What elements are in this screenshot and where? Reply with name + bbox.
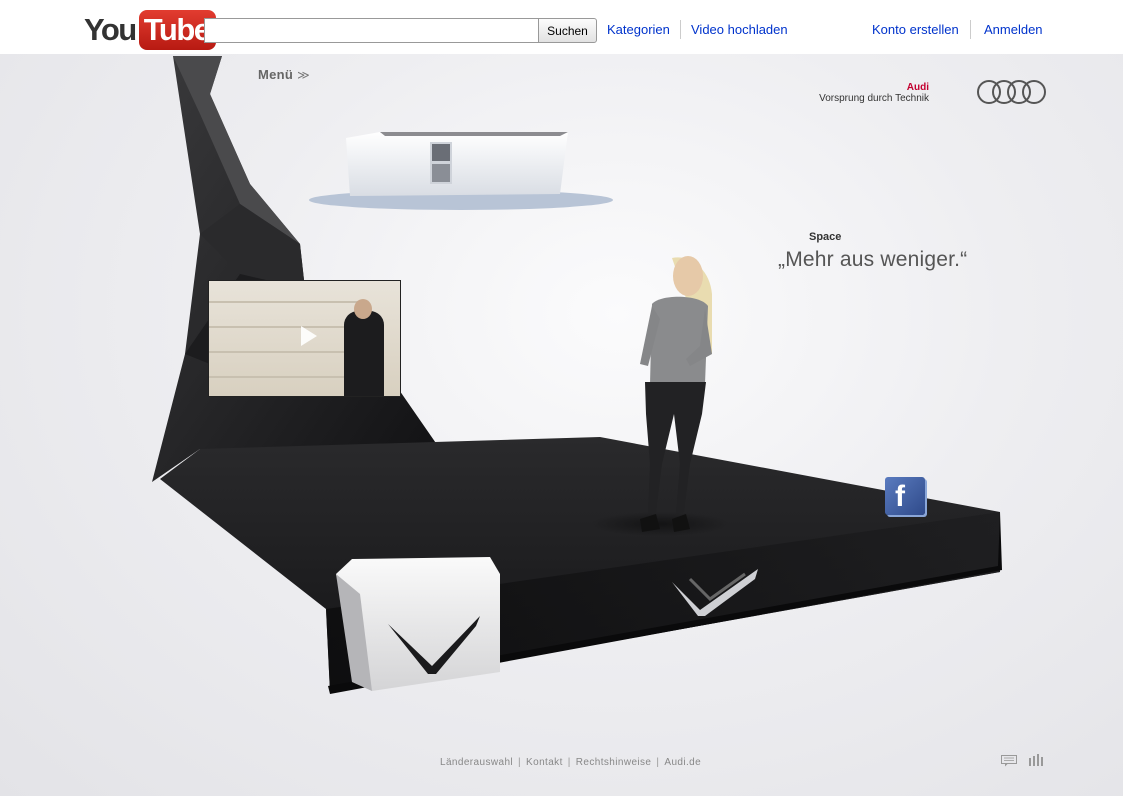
video-thumbnail[interactable]	[208, 280, 401, 397]
brand-channel-stage: Menü ≫ Audi Vorsprung durch Technik Space…	[0, 54, 1123, 796]
thumb-shelf	[209, 301, 359, 303]
audi-rings-icon	[977, 80, 1046, 104]
footer-links: Länderauswahl | Kontakt | Rechtshinweise | Aud…	[440, 757, 701, 768]
footer-link-rechtshinweise[interactable]: Rechtshinweise	[576, 757, 652, 768]
footer-separator: |	[567, 757, 571, 768]
play-icon[interactable]	[301, 326, 317, 346]
search-button[interactable]: Suchen	[538, 18, 597, 43]
double-chevron-right-icon: ≫	[297, 68, 311, 82]
youtube-header: You Tube Suchen Kategorien Video hochlad…	[0, 0, 1123, 54]
footer-separator: |	[518, 757, 522, 768]
sound-icon[interactable]	[1028, 754, 1046, 766]
sign-in-link[interactable]: Anmelden	[984, 22, 1043, 37]
nav-divider	[680, 20, 681, 39]
thumb-person	[344, 311, 384, 396]
section-label: Space	[809, 231, 842, 243]
platform	[160, 437, 1002, 694]
logo-you-text: You	[84, 12, 137, 47]
facebook-icon[interactable]: f	[885, 477, 925, 515]
figure-shadow	[590, 512, 730, 536]
brand-claim: Vorsprung durch Technik	[819, 93, 929, 104]
create-account-link[interactable]: Konto erstellen	[872, 22, 959, 37]
thumb-shelf	[209, 351, 359, 353]
account-divider	[970, 20, 971, 39]
thumb-person-head	[354, 299, 372, 319]
chat-icon[interactable]	[1001, 755, 1017, 767]
brand-name: Audi	[906, 82, 929, 93]
youtube-logo[interactable]: You Tube	[84, 10, 216, 50]
floating-room	[309, 132, 613, 210]
menu-label: Menü	[258, 67, 294, 82]
footer-separator: |	[656, 757, 660, 768]
menu-link[interactable]: Menü ≫	[258, 67, 310, 82]
nav-video-hochladen[interactable]: Video hochladen	[691, 22, 788, 37]
search-input[interactable]	[204, 18, 539, 43]
footer-link-laenderauswahl[interactable]: Länderauswahl	[440, 757, 513, 768]
footer-link-kontakt[interactable]: Kontakt	[526, 757, 563, 768]
thumb-shelf	[209, 376, 359, 378]
footer-link-audi-de[interactable]: Audi.de	[664, 757, 701, 768]
nav-kategorien[interactable]: Kategorien	[607, 22, 670, 37]
section-quote: „Mehr aus weniger.“	[778, 248, 968, 271]
folded-wall	[152, 56, 440, 482]
audi-brand[interactable]: Audi Vorsprung durch Technik	[819, 79, 1050, 109]
navigation-box[interactable]	[336, 557, 500, 691]
stage-scene	[152, 56, 1002, 694]
thumb-shelf	[209, 326, 359, 328]
